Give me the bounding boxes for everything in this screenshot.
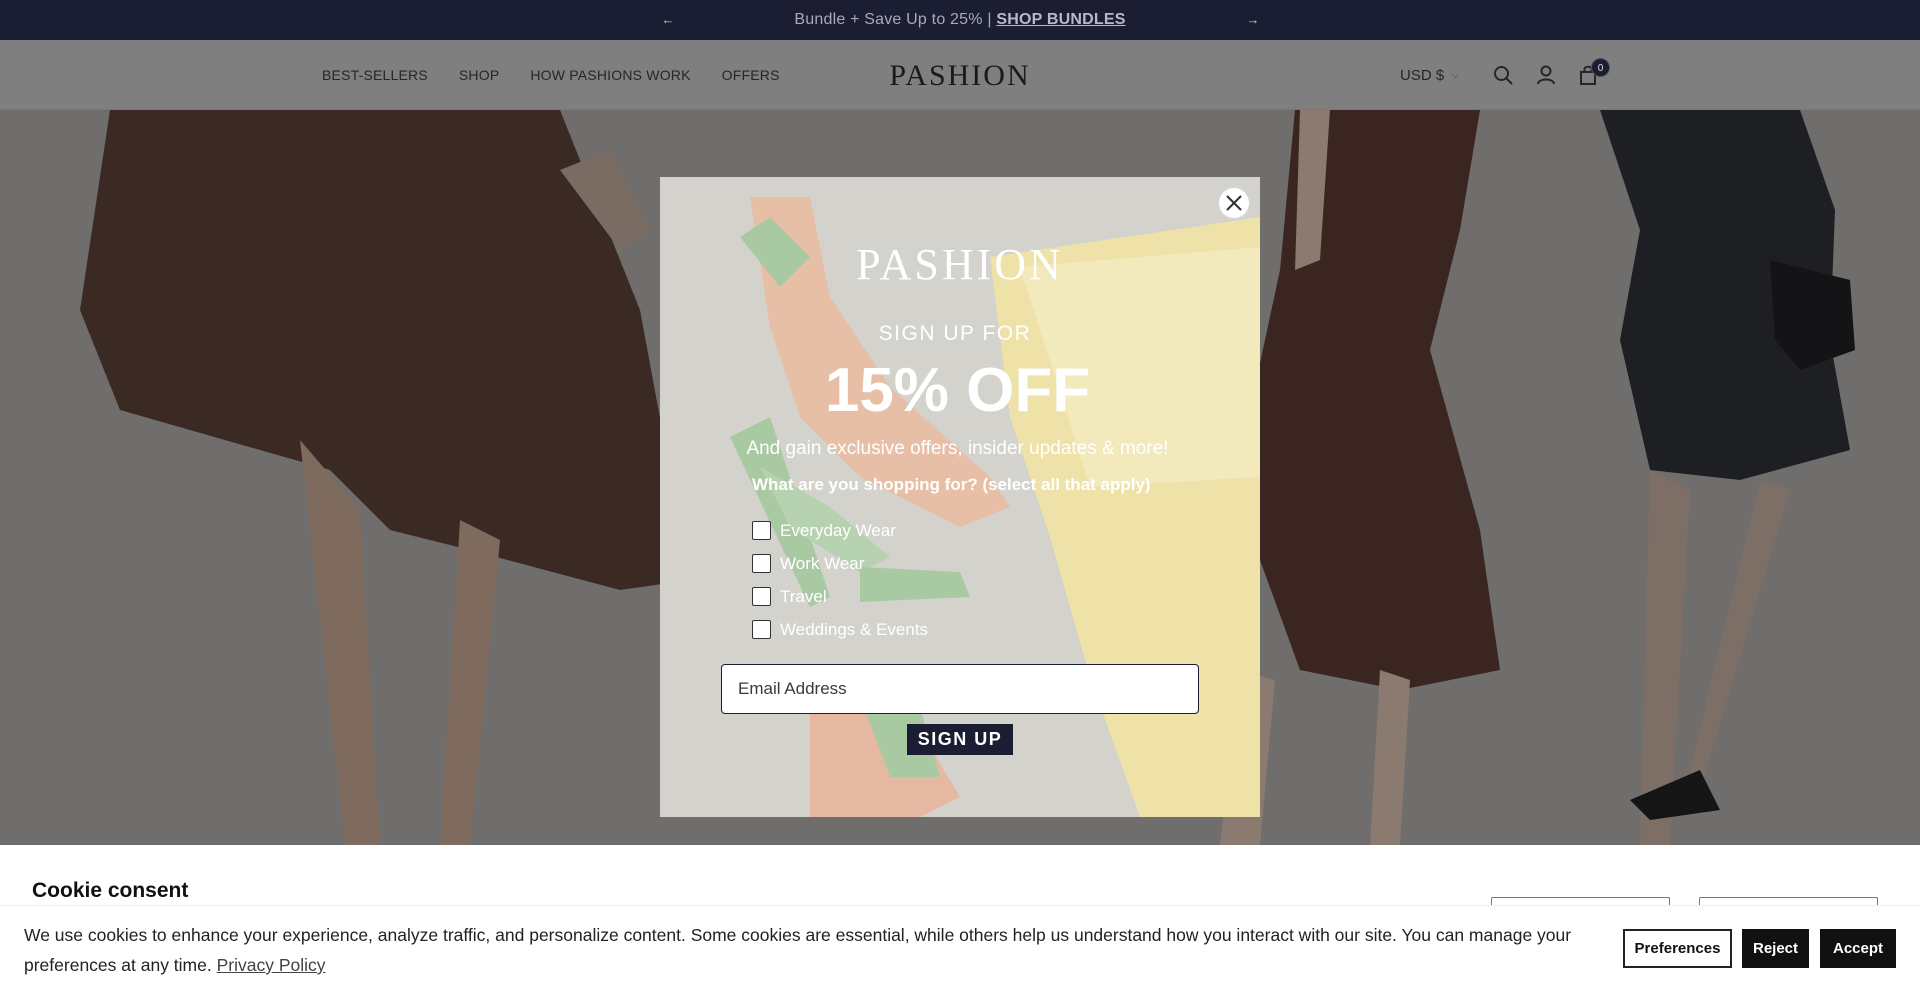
search-icon[interactable] [1492, 64, 1514, 86]
nav-offers[interactable]: OFFERS [722, 67, 780, 83]
cart-count-badge: 0 [1591, 58, 1610, 77]
option-everyday-wear[interactable]: Everyday Wear [752, 514, 928, 547]
close-popup-button[interactable] [1217, 186, 1251, 220]
option-label: Work Wear [780, 553, 865, 573]
email-field[interactable] [721, 664, 1199, 714]
announcement-text: Bundle + Save Up to 25% | [794, 11, 997, 28]
site-logo[interactable]: PASHION [889, 58, 1031, 94]
header-utilities: USD $ ⌵ [1400, 40, 1459, 110]
preferences-button[interactable]: Preferences [1623, 929, 1732, 968]
nav-best-sellers[interactable]: BEST-SELLERS [322, 67, 428, 83]
option-travel[interactable]: Travel [752, 580, 928, 613]
shop-bundles-link[interactable]: SHOP BUNDLES [996, 11, 1125, 28]
signup-popup: PASHION SIGN UP FOR 15% OFF And gain exc… [660, 177, 1260, 817]
popup-subtext: And gain exclusive offers, insider updat… [746, 438, 1169, 459]
checkbox[interactable] [752, 554, 771, 573]
main-nav: BEST-SELLERS SHOP HOW PASHIONS WORK OFFE… [322, 40, 780, 110]
cookie-consent-banner: Cookie consent We use cookies to enhance… [0, 845, 1920, 993]
popup-logo: PASHION [856, 240, 1064, 289]
option-weddings-events[interactable]: Weddings & Events [752, 613, 928, 646]
sign-up-button[interactable]: SIGN UP [907, 724, 1013, 755]
option-label: Travel [780, 586, 827, 606]
chevron-down-icon: ⌵ [1452, 69, 1460, 80]
popup-eyebrow: SIGN UP FOR [878, 322, 1032, 345]
close-icon [1226, 195, 1242, 211]
option-label: Everyday Wear [780, 520, 896, 540]
currency-selector[interactable]: USD $ ⌵ [1400, 67, 1459, 84]
checkbox[interactable] [752, 620, 771, 639]
option-label: Weddings & Events [780, 619, 929, 639]
reject-button[interactable]: Reject [1742, 929, 1809, 968]
nav-how-pashions-work[interactable]: HOW PASHIONS WORK [530, 67, 690, 83]
announcement-bar: ← Bundle + Save Up to 25% | SHOP BUNDLES… [0, 0, 1920, 40]
popup-headline: 15% OFF [824, 356, 1091, 425]
cookie-body: We use cookies to enhance your experienc… [0, 905, 1920, 993]
currency-label: USD $ [1400, 66, 1445, 84]
shopping-options: Everyday Wear Work Wear Travel Weddings … [752, 514, 928, 646]
arrow-left-icon[interactable]: ← [660, 12, 676, 28]
announcement-message: Bundle + Save Up to 25% | SHOP BUNDLES [794, 11, 1125, 29]
option-work-wear[interactable]: Work Wear [752, 547, 928, 580]
nav-shop[interactable]: SHOP [459, 67, 499, 83]
privacy-policy-link[interactable]: Privacy Policy [217, 955, 326, 975]
checkbox[interactable] [752, 521, 771, 540]
arrow-right-icon[interactable]: → [1245, 12, 1261, 28]
cookie-title: Cookie consent [32, 879, 189, 902]
site-header: BEST-SELLERS SHOP HOW PASHIONS WORK OFFE… [0, 40, 1920, 110]
cookie-text: We use cookies to enhance your experienc… [24, 920, 1614, 980]
checkbox[interactable] [752, 587, 771, 606]
accept-button[interactable]: Accept [1820, 929, 1896, 968]
shopping-question: What are you shopping for? (select all t… [752, 475, 1151, 494]
account-icon[interactable] [1535, 64, 1557, 86]
